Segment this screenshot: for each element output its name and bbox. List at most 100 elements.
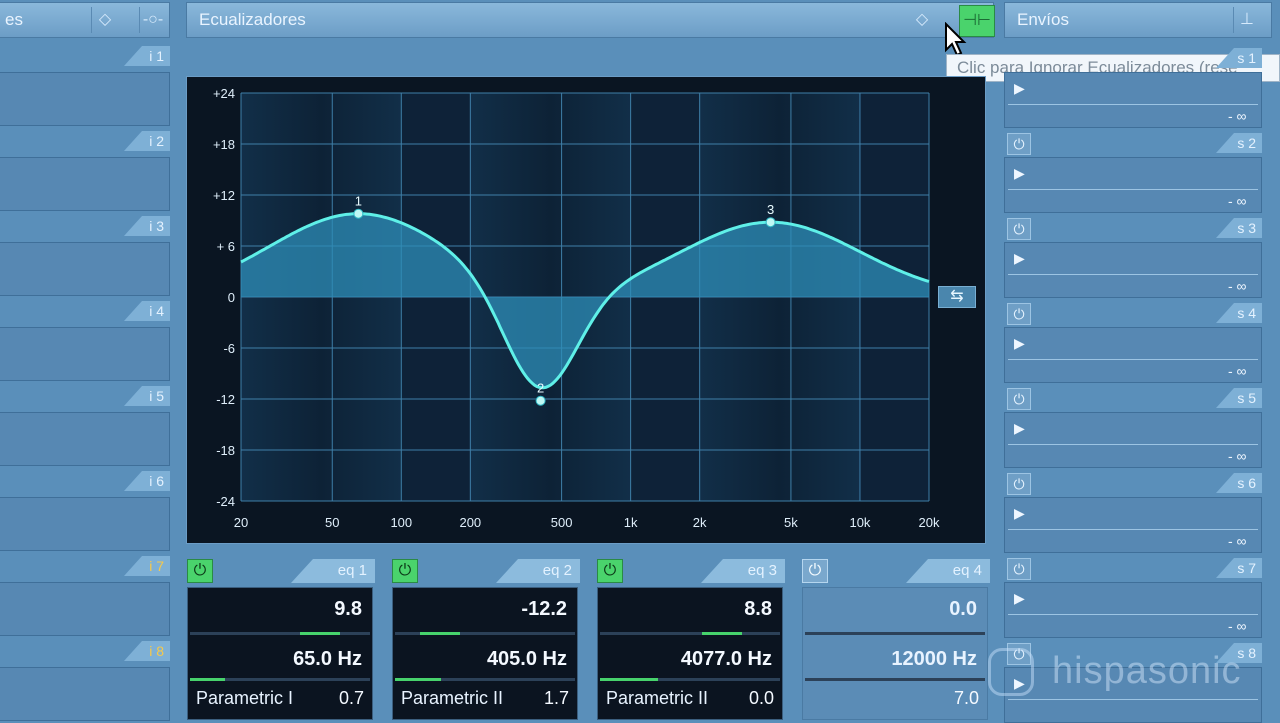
send-slot[interactable] — [1004, 497, 1262, 553]
insert-slot[interactable] — [0, 72, 170, 126]
freq-tick-label: 50 — [325, 515, 339, 530]
eq-band-power-button[interactable]: ⏻ — [802, 559, 828, 583]
eq-gain-slider[interactable] — [600, 632, 780, 635]
freq-tick-label: 2k — [693, 515, 707, 530]
insert-slot[interactable] — [0, 242, 170, 296]
eq-frequency-value[interactable]: 405.0 Hz — [487, 648, 567, 671]
eq-gain-slider[interactable] — [395, 632, 575, 635]
eq-gain-value[interactable]: 0.0 — [949, 598, 977, 621]
eq-frequency-value[interactable]: 12000 Hz — [891, 648, 977, 671]
eq-gain-value[interactable]: 8.8 — [744, 598, 772, 621]
insert-slot[interactable] — [0, 497, 170, 551]
play-icon[interactable]: ▶ — [1014, 165, 1025, 182]
eq-q-value[interactable]: 0.7 — [339, 688, 364, 709]
play-icon[interactable]: ▶ — [1014, 590, 1025, 607]
send-slot[interactable] — [1004, 582, 1262, 638]
eq-gain-value[interactable]: 9.8 — [334, 598, 362, 621]
eq-band-power-button[interactable]: ⏻ — [597, 559, 623, 583]
send-power-button[interactable]: ⏻ — [1007, 473, 1031, 495]
play-icon[interactable]: ▶ — [1014, 335, 1025, 352]
send-slot[interactable] — [1004, 72, 1262, 128]
eq-band-module: 0.0 12000 Hz 7.0 — [802, 587, 988, 720]
insert-slot[interactable] — [0, 667, 170, 721]
insert-slot[interactable] — [0, 412, 170, 466]
bypass-icon[interactable]: ⊥ — [1233, 7, 1260, 33]
send-power-button[interactable]: ⏻ — [1007, 218, 1031, 240]
send-slot[interactable] — [1004, 412, 1262, 468]
send-slot[interactable] — [1004, 242, 1262, 298]
insert-slot-label: i 5 — [124, 386, 170, 406]
eq-curve-display[interactable]: 20 50 100 200 500 1k 2k 5k 10k 20k +24 +18 +12 + 6 0 -6… — [187, 77, 985, 543]
send-level-value: - ∞ — [1228, 108, 1247, 124]
bypass-icon[interactable]: -○- — [139, 7, 166, 33]
eq-frequency-value[interactable]: 65.0 Hz — [293, 648, 362, 671]
play-icon[interactable]: ▶ — [1014, 80, 1025, 97]
insert-slot-label: i 8 — [124, 641, 170, 661]
eq-band-handle[interactable] — [353, 208, 364, 219]
reset-eq-button[interactable]: ⇆ — [938, 286, 976, 308]
eq-graph-panel[interactable]: 20 50 100 200 500 1k 2k 5k 10k 20k +24 +18 +12 + 6 0 -6… — [186, 76, 986, 544]
eq-gain-slider-fill — [299, 632, 340, 635]
db-tick-label: 0 — [228, 290, 235, 305]
insert-slot[interactable] — [0, 327, 170, 381]
diamond-icon[interactable]: ◇ — [91, 7, 118, 33]
db-tick-label: +18 — [213, 137, 235, 152]
diamond-icon[interactable]: ◇ — [909, 7, 935, 33]
play-icon[interactable]: ▶ — [1014, 250, 1025, 267]
insert-slot[interactable] — [0, 157, 170, 211]
send-level-track — [1008, 614, 1258, 615]
send-power-button[interactable]: ⏻ — [1007, 303, 1031, 325]
eq-q-value[interactable]: 7.0 — [954, 688, 979, 709]
eq-band-handle[interactable] — [765, 217, 776, 228]
eq-filter-type[interactable]: Parametric I — [196, 688, 293, 709]
db-tick-label: -18 — [216, 443, 235, 458]
db-tick-label: -24 — [216, 494, 235, 509]
send-power-button[interactable]: ⏻ — [1007, 133, 1031, 155]
mouse-cursor-icon — [945, 22, 967, 57]
play-icon[interactable]: ▶ — [1014, 420, 1025, 437]
eq-q-value[interactable]: 0.0 — [749, 688, 774, 709]
play-icon[interactable]: ▶ — [1014, 505, 1025, 522]
eq-filter-type[interactable]: Parametric II — [606, 688, 708, 709]
inserts-header-title: es — [5, 10, 23, 29]
eq-gain-slider[interactable] — [805, 632, 985, 635]
watermark-logo: hispasonic — [986, 646, 1280, 706]
insert-slot-label: i 6 — [124, 471, 170, 491]
eq-frequency-slider[interactable] — [190, 678, 370, 681]
eq-band-number: 2 — [537, 381, 544, 396]
eq-frequency-slider[interactable] — [600, 678, 780, 681]
eq-frequency-slider[interactable] — [805, 678, 985, 681]
freq-tick-label: 20k — [919, 515, 940, 530]
eq-q-value[interactable]: 1.7 — [544, 688, 569, 709]
insert-slot-label: i 1 — [124, 46, 170, 66]
eq-band-power-button[interactable]: ⏻ — [187, 559, 213, 583]
eq-frequency-slider[interactable] — [395, 678, 575, 681]
eq-band-tab: eq 4 — [906, 559, 990, 583]
send-power-button[interactable]: ⏻ — [1007, 558, 1031, 580]
freq-tick-label: 1k — [624, 515, 638, 530]
send-slot[interactable] — [1004, 327, 1262, 383]
eq-gain-value[interactable]: -12.2 — [521, 598, 567, 621]
send-level-track — [1008, 529, 1258, 530]
eq-frequency-slider-fill — [395, 678, 442, 681]
send-slot-label: s 5 — [1216, 388, 1262, 408]
freq-tick-label: 20 — [234, 515, 248, 530]
db-tick-label: -12 — [216, 392, 235, 407]
eq-filter-type[interactable]: Parametric II — [401, 688, 503, 709]
freq-tick-label: 500 — [551, 515, 573, 530]
send-slot-label: s 6 — [1216, 473, 1262, 493]
logo-mark-icon — [988, 648, 1034, 696]
send-level-value: - ∞ — [1228, 278, 1247, 294]
insert-slot[interactable] — [0, 582, 170, 636]
insert-slot-label: i 7 — [124, 556, 170, 576]
eq-band-handle[interactable] — [535, 395, 546, 406]
eq-band-power-button[interactable]: ⏻ — [392, 559, 418, 583]
send-level-track — [1008, 444, 1258, 445]
send-power-button[interactable]: ⏻ — [1007, 388, 1031, 410]
eq-frequency-value[interactable]: 4077.0 Hz — [681, 648, 772, 671]
send-level-value: - ∞ — [1228, 193, 1247, 209]
send-slot[interactable] — [1004, 157, 1262, 213]
eq-gain-slider[interactable] — [190, 632, 370, 635]
sends-header: Envíos ⊥ — [1004, 2, 1272, 38]
eq-header-title: Ecualizadores — [199, 10, 306, 29]
